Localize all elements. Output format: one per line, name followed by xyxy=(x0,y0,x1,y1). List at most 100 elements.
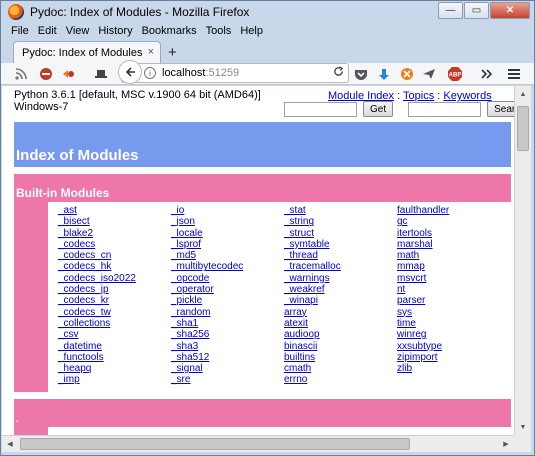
module-link[interactable]: math xyxy=(397,250,510,261)
url-bar[interactable]: i localhost:51259 xyxy=(118,59,349,84)
back-icon[interactable] xyxy=(118,59,142,84)
search-button[interactable]: Search xyxy=(487,101,514,117)
title-bar[interactable]: Pydoc: Index of Modules - Mozilla Firefo… xyxy=(1,1,534,23)
module-link[interactable]: _functools xyxy=(58,352,171,363)
module-link[interactable]: _signal xyxy=(171,363,284,374)
module-link[interactable]: _datetime xyxy=(58,341,171,352)
module-link[interactable]: _thread xyxy=(284,250,397,261)
module-link[interactable]: zipimport xyxy=(397,352,510,363)
menu-file[interactable]: File xyxy=(11,25,29,37)
module-link[interactable]: _locale xyxy=(171,228,284,239)
vertical-scrollbar[interactable]: ▲ ▼ xyxy=(514,86,531,435)
module-link[interactable]: sys xyxy=(397,307,510,318)
menu-history[interactable]: History xyxy=(98,25,132,37)
module-link[interactable]: _csv xyxy=(58,329,171,340)
module-link[interactable]: parser xyxy=(397,295,510,306)
module-link[interactable]: time xyxy=(397,318,510,329)
module-link[interactable]: _collections xyxy=(58,318,171,329)
reload-icon[interactable] xyxy=(333,66,344,80)
module-link[interactable]: _md5 xyxy=(171,250,284,261)
module-link[interactable]: _weakref xyxy=(284,284,397,295)
module-link[interactable]: errno xyxy=(284,374,397,385)
module-link[interactable]: _blake2 xyxy=(58,228,171,239)
module-link[interactable]: nt xyxy=(397,284,510,295)
module-link[interactable]: _string xyxy=(284,216,397,227)
module-link[interactable]: _ast xyxy=(58,205,171,216)
module-link[interactable]: _heapq xyxy=(58,363,171,374)
scroll-up-icon[interactable]: ▲ xyxy=(515,86,531,102)
module-link[interactable]: _symtable xyxy=(284,239,397,250)
module-link[interactable]: _json xyxy=(171,216,284,227)
download-icon[interactable] xyxy=(376,66,392,82)
module-link[interactable]: _operator xyxy=(171,284,284,295)
module-link[interactable]: _imp xyxy=(58,374,171,385)
vertical-scroll-thumb[interactable] xyxy=(517,106,529,151)
new-tab-button[interactable]: + xyxy=(168,44,177,61)
module-link[interactable]: builtins xyxy=(284,352,397,363)
menu-help[interactable]: Help xyxy=(240,25,263,37)
module-link[interactable]: _codecs xyxy=(58,239,171,250)
module-link[interactable]: _stat xyxy=(284,205,397,216)
info-icon[interactable]: i xyxy=(144,67,156,79)
menu-view[interactable]: View xyxy=(66,25,90,37)
module-link[interactable]: _struct xyxy=(284,228,397,239)
module-link[interactable]: _codecs_cn xyxy=(58,250,171,261)
tab-pydoc[interactable]: Pydoc: Index of Modules × xyxy=(13,41,161,63)
pocket-icon[interactable] xyxy=(353,66,369,82)
module-link[interactable]: _sha512 xyxy=(171,352,284,363)
module-link[interactable]: _codecs_iso2022 xyxy=(58,273,171,284)
module-link[interactable]: winreg xyxy=(397,329,510,340)
module-link[interactable]: _sre xyxy=(171,374,284,385)
tab-close-icon[interactable]: × xyxy=(148,46,154,58)
overflow-icon[interactable] xyxy=(479,66,495,82)
horizontal-scroll-thumb[interactable] xyxy=(20,438,410,450)
addon2-icon[interactable] xyxy=(399,66,415,82)
module-link[interactable]: _io xyxy=(171,205,284,216)
module-link[interactable]: _sha1 xyxy=(171,318,284,329)
module-link[interactable]: mmap xyxy=(397,261,510,272)
module-link[interactable]: _winapi xyxy=(284,295,397,306)
module-link[interactable]: marshal xyxy=(397,239,510,250)
module-link[interactable]: _lsprof xyxy=(171,239,284,250)
module-link[interactable]: _multibytecodec xyxy=(171,261,284,272)
module-link[interactable]: _codecs_kr xyxy=(58,295,171,306)
module-link[interactable]: array xyxy=(284,307,397,318)
module-link[interactable]: _sha3 xyxy=(171,341,284,352)
module-link[interactable]: gc xyxy=(397,216,510,227)
menu-icon[interactable] xyxy=(506,66,522,82)
module-link[interactable]: audioop xyxy=(284,329,397,340)
get-button[interactable]: Get xyxy=(363,101,394,117)
abp-icon[interactable]: ABP xyxy=(447,66,463,82)
module-link[interactable]: _pickle xyxy=(171,295,284,306)
minimize-button[interactable]: — xyxy=(438,2,463,19)
send-icon[interactable] xyxy=(421,66,437,82)
module-link[interactable]: _sha256 xyxy=(171,329,284,340)
module-link[interactable]: faulthandler xyxy=(397,205,510,216)
module-link[interactable]: _random xyxy=(171,307,284,318)
module-link[interactable]: _warnings xyxy=(284,273,397,284)
rss-icon[interactable] xyxy=(13,66,29,82)
close-button[interactable]: ✕ xyxy=(490,2,530,19)
module-link[interactable]: _codecs_hk xyxy=(58,261,171,272)
ublock-icon[interactable] xyxy=(38,66,54,82)
module-link[interactable]: _opcode xyxy=(171,273,284,284)
module-link[interactable]: _bisect xyxy=(58,216,171,227)
search-input[interactable] xyxy=(408,101,482,117)
get-input[interactable] xyxy=(284,101,357,117)
module-link[interactable]: atexit xyxy=(284,318,397,329)
maximize-button[interactable]: ▭ xyxy=(464,2,489,19)
module-link[interactable]: zlib xyxy=(397,363,510,374)
module-link[interactable]: _codecs_tw xyxy=(58,307,171,318)
hat-icon[interactable] xyxy=(93,66,109,82)
menu-edit[interactable]: Edit xyxy=(38,25,57,37)
module-link[interactable]: _codecs_jp xyxy=(58,284,171,295)
menu-tools[interactable]: Tools xyxy=(206,25,232,37)
menu-bookmarks[interactable]: Bookmarks xyxy=(142,25,197,37)
addon-icon[interactable] xyxy=(61,66,77,82)
module-link[interactable]: cmath xyxy=(284,363,397,374)
scroll-left-icon[interactable]: ◀ xyxy=(2,436,18,452)
module-link[interactable]: itertools xyxy=(397,228,510,239)
module-link[interactable]: xxsubtype xyxy=(397,341,510,352)
horizontal-scrollbar[interactable]: ◀ ▶ xyxy=(2,435,514,452)
scroll-right-icon[interactable]: ▶ xyxy=(498,436,514,452)
